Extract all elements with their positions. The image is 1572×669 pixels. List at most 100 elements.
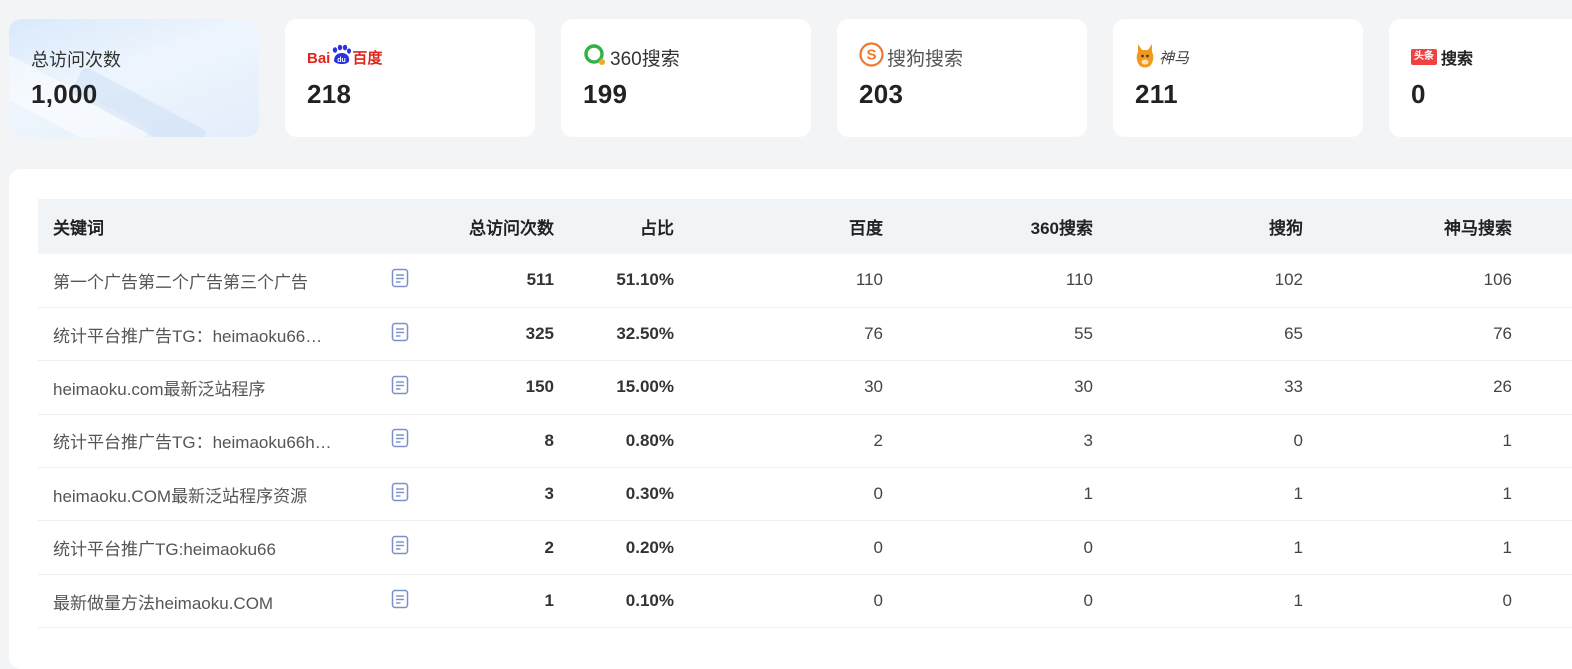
cell-sogou: 33: [1284, 377, 1303, 397]
document-icon[interactable]: [391, 535, 409, 560]
cell-ratio: 0.30%: [625, 484, 674, 504]
cell-360: 30: [1074, 377, 1093, 397]
keyword-table-panel: 关键词 总访问次数 占比 百度 360搜索 搜狗 神马搜索 第一个广告第二个广告…: [9, 169, 1572, 669]
cell-shenma: 0: [1502, 591, 1512, 611]
baidu-paw-icon: du: [330, 44, 352, 70]
col-header-shenma[interactable]: 神马搜索: [1303, 199, 1512, 254]
stat-value-sogou: 203: [859, 79, 904, 109]
stat-card-sogou[interactable]: S 搜狗搜索 203: [837, 19, 1087, 137]
stat-value-360: 199: [583, 79, 628, 109]
table-header-row: 关键词 总访问次数 占比 百度 360搜索 搜狗 神马搜索: [38, 199, 1572, 254]
col-header-baidu[interactable]: 百度: [674, 199, 883, 254]
table-row: heimaoku.COM最新泛站程序资源 3 0.30% 0 1 1 1: [38, 468, 1572, 521]
stat-label-total: 总访问次数: [31, 50, 121, 70]
cell-sogou: 102: [1274, 270, 1303, 290]
stat-card-toutiao[interactable]: 头条 搜索 0: [1389, 19, 1572, 137]
sogou-s-icon: S: [859, 42, 884, 72]
document-icon[interactable]: [391, 268, 409, 293]
baidu-logo-text: Bai: [307, 50, 331, 67]
keyword-table: 关键词 总访问次数 占比 百度 360搜索 搜狗 神马搜索 第一个广告第二个广告…: [38, 199, 1572, 628]
cell-ratio: 0.80%: [625, 430, 674, 450]
col-header-360[interactable]: 360搜索: [883, 199, 1093, 254]
stat-card-total[interactable]: 总访问次数 1,000: [9, 19, 259, 137]
so360-logo: 360搜索: [583, 41, 789, 73]
cell-sogou: 1: [1293, 591, 1303, 611]
table-row: 统计平台推广告TG：heimaoku66… 325 32.50% 76 55 6…: [38, 307, 1572, 361]
svg-text:du: du: [338, 57, 347, 64]
cell-sogou: 1: [1293, 537, 1303, 557]
cell-sogou: 65: [1284, 324, 1303, 344]
cell-baidu: 0: [873, 591, 883, 611]
cell-total: 150: [525, 377, 554, 397]
cell-360: 0: [1083, 537, 1093, 557]
table-body: 第一个广告第二个广告第三个广告 511 51.10% 110 110 102 1…: [38, 254, 1572, 628]
table-row: 最新做量方法heimaoku.COM 1 0.10% 0 0 1 0: [38, 574, 1572, 628]
table-row: 统计平台推广告TG：heimaoku66h… 8 0.80% 2 3 0 1: [38, 414, 1572, 468]
cell-360: 1: [1083, 484, 1093, 504]
cell-baidu: 2: [873, 430, 883, 450]
cell-total: 8: [544, 430, 554, 450]
cell-baidu: 0: [873, 537, 883, 557]
cell-total: 325: [525, 324, 554, 344]
cell-keyword: 最新做量方法heimaoku.COM: [53, 593, 274, 613]
cell-keyword: heimaoku.COM最新泛站程序资源: [53, 486, 308, 506]
cell-sogou: 1: [1293, 484, 1303, 504]
table-row: 统计平台推广TG:heimaoku66 2 0.20% 0 0 1 1: [38, 521, 1572, 575]
cell-360: 3: [1083, 430, 1093, 450]
sogou-logo-text: 搜狗搜索: [887, 48, 964, 70]
stat-value-baidu: 218: [307, 79, 352, 109]
stat-card-shenma[interactable]: 神马 211: [1113, 19, 1363, 137]
cell-shenma: 106: [1483, 270, 1512, 290]
cell-shenma: 1: [1502, 430, 1512, 450]
stat-value-shenma: 211: [1135, 79, 1178, 109]
cell-baidu: 76: [864, 324, 883, 344]
stat-value-toutiao: 0: [1411, 79, 1426, 109]
table-row: 第一个广告第二个广告第三个广告 511 51.10% 110 110 102 1…: [38, 254, 1572, 308]
cell-shenma: 26: [1493, 377, 1512, 397]
toutiao-badge: 头条: [1411, 49, 1437, 65]
col-header-ratio[interactable]: 占比: [554, 199, 674, 254]
cell-total: 2: [544, 537, 554, 557]
cell-baidu: 0: [873, 484, 883, 504]
cell-baidu: 30: [864, 377, 883, 397]
cell-total: 511: [526, 270, 554, 290]
cell-360: 55: [1074, 324, 1093, 344]
document-icon[interactable]: [391, 589, 409, 614]
col-header-keyword[interactable]: 关键词: [38, 199, 383, 254]
stats-cards: 总访问次数 1,000 Bai du 百度 218 360搜索 199 S 搜狗…: [9, 19, 1572, 137]
shenma-logo: 神马: [1135, 41, 1341, 73]
svg-text:S: S: [866, 47, 876, 64]
cell-keyword: heimaoku.com最新泛站程序: [53, 379, 266, 399]
toutiao-logo-text: 搜索: [1441, 51, 1474, 68]
cell-shenma: 76: [1493, 324, 1512, 344]
cell-360: 0: [1083, 591, 1093, 611]
cell-baidu: 110: [855, 270, 883, 290]
stat-card-baidu[interactable]: Bai du 百度 218: [285, 19, 535, 137]
col-header-total[interactable]: 总访问次数: [423, 199, 554, 254]
table-row: heimaoku.com最新泛站程序 150 15.00% 30 30 33 2…: [38, 361, 1572, 415]
stat-value-total: 1,000: [31, 79, 98, 109]
shenma-logo-text: 神马: [1159, 49, 1190, 67]
cell-ratio: 32.50%: [616, 324, 674, 344]
document-icon[interactable]: [391, 482, 409, 507]
col-header-sogou[interactable]: 搜狗: [1093, 199, 1303, 254]
document-icon[interactable]: [391, 428, 409, 453]
cell-shenma: 1: [1502, 537, 1512, 557]
cell-ratio: 15.00%: [616, 377, 674, 397]
cell-360: 110: [1065, 270, 1093, 290]
toutiao-logo: 头条 搜索: [1411, 41, 1572, 73]
stat-card-360[interactable]: 360搜索 199: [561, 19, 811, 137]
document-icon[interactable]: [391, 322, 409, 347]
baidu-logo: Bai du 百度: [307, 41, 513, 73]
sogou-logo: S 搜狗搜索: [859, 41, 1065, 73]
so360-ring-icon: [583, 43, 607, 72]
cell-keyword: 统计平台推广告TG：heimaoku66…: [53, 326, 323, 346]
cell-shenma: 1: [1502, 484, 1512, 504]
document-icon[interactable]: [391, 375, 409, 400]
cell-total: 1: [544, 591, 554, 611]
cell-total: 3: [544, 484, 554, 504]
cell-keyword: 统计平台推广告TG：heimaoku66h…: [53, 433, 332, 453]
cell-sogou: 0: [1293, 430, 1303, 450]
cell-ratio: 0.20%: [625, 537, 674, 557]
cell-ratio: 51.10%: [616, 270, 674, 290]
